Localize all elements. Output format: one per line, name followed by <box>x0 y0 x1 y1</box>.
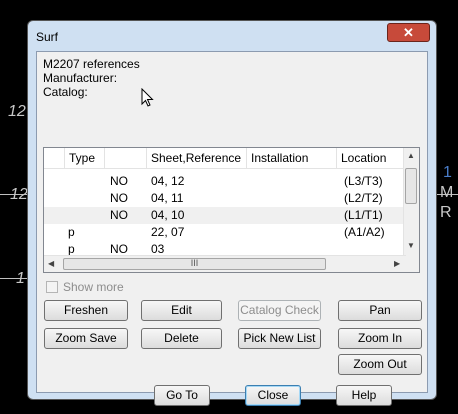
cell-sheet-reference: 04, 11 <box>151 191 184 205</box>
scroll-down-arrow-icon[interactable]: ▼ <box>407 241 415 250</box>
show-more-checkbox[interactable] <box>46 281 58 293</box>
vertical-scroll-thumb[interactable] <box>405 168 417 204</box>
horizontal-scroll-thumb[interactable]: III <box>63 258 326 270</box>
cell-flag: NO <box>110 174 128 188</box>
background-label: 12 <box>10 186 28 203</box>
table-row[interactable]: NO 04, 12 (L3/T3) <box>44 173 406 190</box>
background-label: 12 <box>8 103 26 120</box>
freshen-button[interactable]: Freshen <box>44 300 128 321</box>
background-label: 1 <box>16 270 25 287</box>
zoom-in-button[interactable]: Zoom In <box>338 328 422 349</box>
references-grid[interactable]: Type Sheet,Reference Installation Locati… <box>43 147 420 273</box>
catalog-check-button[interactable]: Catalog Check <box>238 300 321 321</box>
title-bar[interactable]: Surf ✕ <box>28 21 436 51</box>
cell-location: (L3/T3) <box>344 174 383 188</box>
table-row[interactable]: NO 04, 11 (L2/T2) <box>44 190 406 207</box>
window-title: Surf <box>36 30 59 44</box>
manufacturer-label: Manufacturer: <box>43 71 118 85</box>
cell-type: p <box>68 225 75 239</box>
scrollbar-corner <box>404 256 419 272</box>
grid-header: Type Sheet,Reference Installation Locati… <box>44 148 406 169</box>
column-header-sheet-reference[interactable]: Sheet,Reference <box>146 148 246 168</box>
vertical-scrollbar[interactable]: ▲ ▼ <box>403 148 419 256</box>
cell-flag: NO <box>110 208 128 222</box>
table-row[interactable]: p 22, 07 (A1/A2) <box>44 224 406 241</box>
edit-button[interactable]: Edit <box>141 300 222 321</box>
catalog-label: Catalog: <box>43 85 88 99</box>
cell-location: (A1/A2) <box>344 225 385 239</box>
column-header-marker[interactable] <box>44 148 64 168</box>
scroll-left-arrow-icon[interactable]: ◀ <box>48 259 54 268</box>
cell-location: (L2/T2) <box>344 191 383 205</box>
cell-sheet-reference: 22, 07 <box>151 225 185 239</box>
background-label: R <box>440 204 452 221</box>
background-label: 1 <box>443 164 452 181</box>
help-button[interactable]: Help <box>336 385 392 406</box>
cell-location: (L1/T1) <box>344 208 383 222</box>
cell-flag: NO <box>110 191 128 205</box>
pick-new-list-button[interactable]: Pick New List <box>238 328 321 349</box>
pan-button[interactable]: Pan <box>338 300 422 321</box>
zoom-out-button[interactable]: Zoom Out <box>338 354 422 375</box>
go-to-button[interactable]: Go To <box>154 385 210 406</box>
references-label: M2207 references <box>43 57 140 71</box>
cell-sheet-reference: 04, 12 <box>151 174 185 188</box>
scroll-right-arrow-icon[interactable]: ▶ <box>394 259 400 268</box>
column-header-location[interactable]: Location <box>336 148 406 168</box>
scroll-up-arrow-icon[interactable]: ▲ <box>407 151 415 160</box>
column-header-flag[interactable] <box>104 148 146 168</box>
horizontal-scrollbar[interactable]: ◀ III ▶ <box>44 255 406 272</box>
table-row[interactable]: NO 04, 10 (L1/T1) <box>44 207 406 224</box>
background-label: M <box>440 184 454 201</box>
surf-dialog: Surf ✕ M2207 references Manufacturer: Ca… <box>27 20 437 406</box>
show-more-label: Show more <box>63 280 124 294</box>
delete-button[interactable]: Delete <box>141 328 222 349</box>
cell-sheet-reference: 04, 10 <box>151 208 185 222</box>
column-header-installation[interactable]: Installation <box>246 148 336 168</box>
zoom-save-button[interactable]: Zoom Save <box>44 328 128 349</box>
mouse-cursor-icon <box>141 88 154 107</box>
column-header-type[interactable]: Type <box>64 148 104 168</box>
close-icon[interactable]: ✕ <box>387 23 430 42</box>
dialog-client-area: M2207 references Manufacturer: Catalog: … <box>36 51 428 406</box>
close-button[interactable]: Close <box>245 385 301 406</box>
